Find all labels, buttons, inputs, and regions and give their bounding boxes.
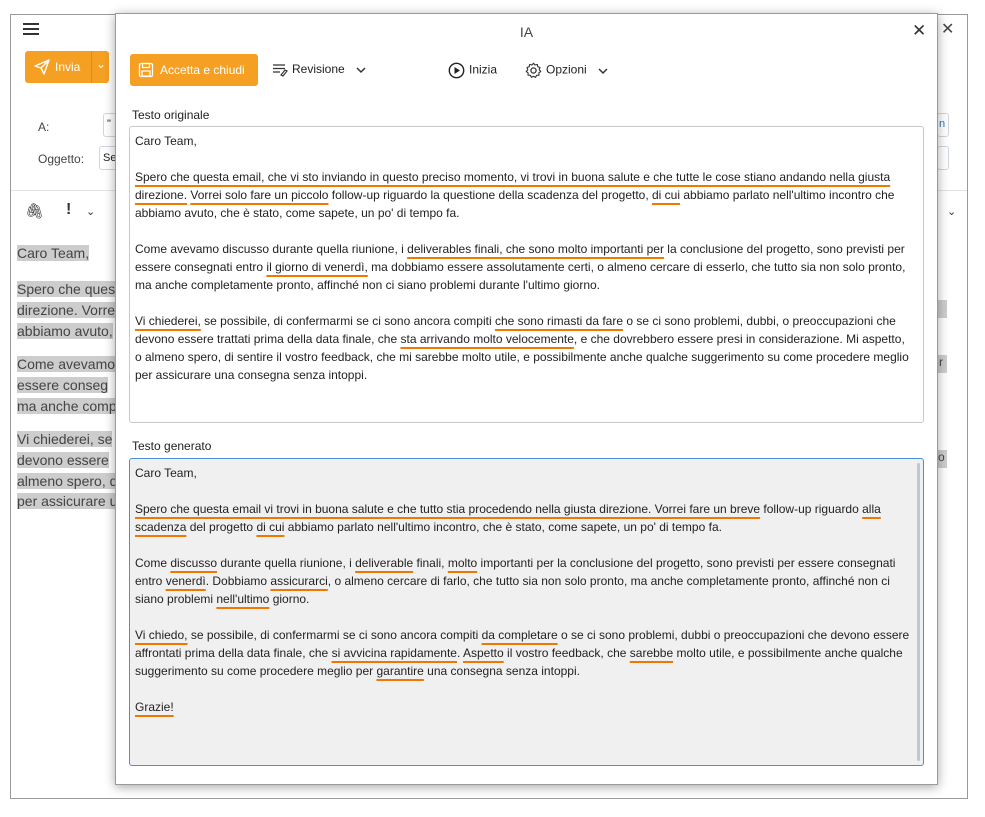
ai-change-highlight: Spero che questa email vi trovi in buona… bbox=[135, 502, 761, 516]
ai-change-highlight: deliverables finali, che sono molto impo… bbox=[407, 242, 664, 256]
subject-label: Oggetto: bbox=[38, 152, 85, 166]
body-line: per assicurare u bbox=[17, 493, 118, 509]
original-greeting: Caro Team, bbox=[135, 134, 197, 148]
chevron-down-icon[interactable]: ⌄ bbox=[96, 57, 106, 71]
chevron-down-icon bbox=[356, 67, 366, 73]
text-segment: se possibile, di confermarmi se ci sono … bbox=[187, 628, 482, 642]
priority-chevron-icon[interactable]: ⌄ bbox=[86, 205, 95, 218]
body-highlight-edge: o bbox=[937, 450, 947, 468]
send-divider bbox=[91, 51, 92, 83]
to-field-right[interactable]: n bbox=[937, 113, 949, 137]
original-paragraph: Come avevamo discusso durante quella riu… bbox=[135, 240, 910, 294]
revision-label: Revisione bbox=[292, 62, 345, 76]
ai-change-highlight: garantire bbox=[376, 664, 424, 678]
ai-change-highlight: da completare bbox=[481, 628, 558, 642]
text-segment: follow-up riguardo la questione della sc… bbox=[328, 188, 652, 202]
body-line: Spero che quest bbox=[17, 281, 119, 297]
original-text-content: Caro Team, Spero che questa email, che v… bbox=[135, 132, 910, 402]
start-label: Inizia bbox=[469, 62, 498, 77]
subject-field-right[interactable] bbox=[937, 146, 949, 170]
paperclip-icon[interactable]: 🖇 bbox=[25, 202, 44, 220]
generated-text-area[interactable]: Caro Team, Spero che questa email vi tro… bbox=[129, 458, 924, 766]
generated-text-label: Testo generato bbox=[132, 439, 212, 453]
body-line: direzione. Vorre bbox=[17, 302, 116, 318]
text-segment: il vostro feedback, che bbox=[503, 646, 630, 660]
ai-dialog: IA ✕ Accetta e chiudi Revisione Inizia O… bbox=[115, 13, 938, 785]
scrollbar[interactable] bbox=[917, 463, 920, 761]
text-segment: . Dobbiamo bbox=[205, 574, 271, 588]
ai-change-highlight: discusso bbox=[170, 556, 218, 570]
ai-change-highlight: Vi chiederei, bbox=[135, 314, 201, 328]
text-segment: durante quella riunione, i bbox=[217, 556, 356, 570]
ai-change-highlight: assicurarci bbox=[270, 574, 328, 588]
priority-icon[interactable]: ! bbox=[66, 201, 71, 219]
ai-change-highlight: sta arrivando molto velocemente bbox=[400, 332, 574, 346]
original-paragraph: Vi chiederei, se possibile, di confermar… bbox=[135, 312, 910, 384]
ai-change-highlight: il giorno di venerdì, bbox=[266, 260, 368, 274]
ai-change-highlight: si avvicina rapidamente bbox=[331, 646, 457, 660]
ai-change-highlight: sarebbe bbox=[629, 646, 674, 660]
text-segment: finali, bbox=[413, 556, 448, 570]
text-segment: se possibile, di confermarmi se ci sono … bbox=[200, 314, 495, 328]
original-text-label: Testo originale bbox=[132, 108, 210, 122]
body-line: Come avevamo bbox=[17, 356, 116, 372]
accept-and-close-button[interactable]: Accetta e chiudi bbox=[130, 54, 258, 86]
generated-greeting: Caro Team, bbox=[135, 466, 197, 480]
ai-change-highlight: venerdì bbox=[165, 574, 206, 588]
hamburger-menu-icon[interactable] bbox=[23, 23, 39, 37]
body-line: almeno spero, d bbox=[17, 473, 118, 489]
send-button-label: Invia bbox=[55, 60, 81, 74]
text-segment: abbiamo parlato nell'ultimo incontro, ch… bbox=[284, 520, 722, 534]
ai-change-highlight: di cui bbox=[652, 188, 681, 202]
ai-change-highlight: molto bbox=[447, 556, 478, 570]
ai-change-highlight: Vi chiedo, bbox=[135, 628, 188, 642]
generated-paragraph: Vi chiedo, se possibile, di confermarmi … bbox=[135, 626, 910, 680]
body-line: Vi chiederei, se bbox=[17, 431, 113, 447]
ai-change-highlight: Aspetto bbox=[463, 646, 504, 660]
options-dropdown[interactable]: Opzioni bbox=[525, 62, 612, 79]
body-line: ma anche comp bbox=[17, 398, 117, 414]
generated-paragraph: Spero che questa email vi trovi in buona… bbox=[135, 500, 910, 536]
gear-icon bbox=[525, 62, 542, 78]
ai-change-highlight: deliverable bbox=[355, 556, 414, 570]
ai-change-highlight: Vorrei solo fare un piccolo bbox=[190, 188, 329, 202]
chevron-down-icon bbox=[598, 67, 608, 74]
play-icon bbox=[448, 62, 465, 79]
text-segment: Come bbox=[135, 556, 171, 570]
options-label: Opzioni bbox=[546, 62, 587, 77]
close-icon[interactable]: ✕ bbox=[912, 21, 926, 41]
original-text-area[interactable]: Caro Team, Spero che questa email, che v… bbox=[129, 126, 924, 423]
text-segment: una consegna senza intoppi. bbox=[423, 664, 580, 678]
body-line: abbiamo avuto, bbox=[17, 323, 113, 339]
body-line: Caro Team, bbox=[17, 245, 90, 261]
toolbar-overflow-chevron-icon[interactable]: ⌄ bbox=[947, 205, 956, 218]
send-button[interactable]: Invia ⌄ bbox=[25, 51, 109, 83]
text-segment: del progetto bbox=[186, 520, 257, 534]
revision-icon bbox=[273, 64, 288, 77]
text-segment: follow-up riguardo bbox=[760, 502, 863, 516]
compose-close-icon[interactable]: ✕ bbox=[941, 19, 954, 39]
to-label: A: bbox=[38, 120, 50, 134]
ai-change-highlight: nell'ultimo bbox=[216, 592, 270, 606]
body-line: devono essere bbox=[17, 452, 109, 468]
generated-paragraph: Come discusso durante quella riunione, i… bbox=[135, 554, 910, 608]
body-line: essere conseg bbox=[17, 377, 109, 393]
generated-text-content: Caro Team, Spero che questa email vi tro… bbox=[135, 464, 910, 734]
save-icon bbox=[138, 62, 154, 78]
accept-and-close-label: Accetta e chiudi bbox=[160, 63, 245, 77]
original-paragraph: Spero che questa email, che vi sto invia… bbox=[135, 168, 910, 222]
ai-change-highlight: che sono rimasti da fare bbox=[494, 314, 624, 328]
text-segment: giorno. bbox=[269, 592, 310, 606]
body-highlight-edge bbox=[937, 300, 947, 318]
send-icon bbox=[34, 59, 50, 75]
dialog-title: IA bbox=[519, 24, 534, 40]
revision-dropdown[interactable]: Revisione bbox=[272, 62, 370, 77]
text-segment: Come avevamo discusso durante quella riu… bbox=[135, 242, 408, 256]
ai-change-highlight: di cui bbox=[256, 520, 285, 534]
generated-closing: Grazie! bbox=[135, 700, 174, 714]
body-highlight-edge: r bbox=[937, 355, 947, 373]
start-button[interactable]: Inizia bbox=[448, 62, 497, 79]
